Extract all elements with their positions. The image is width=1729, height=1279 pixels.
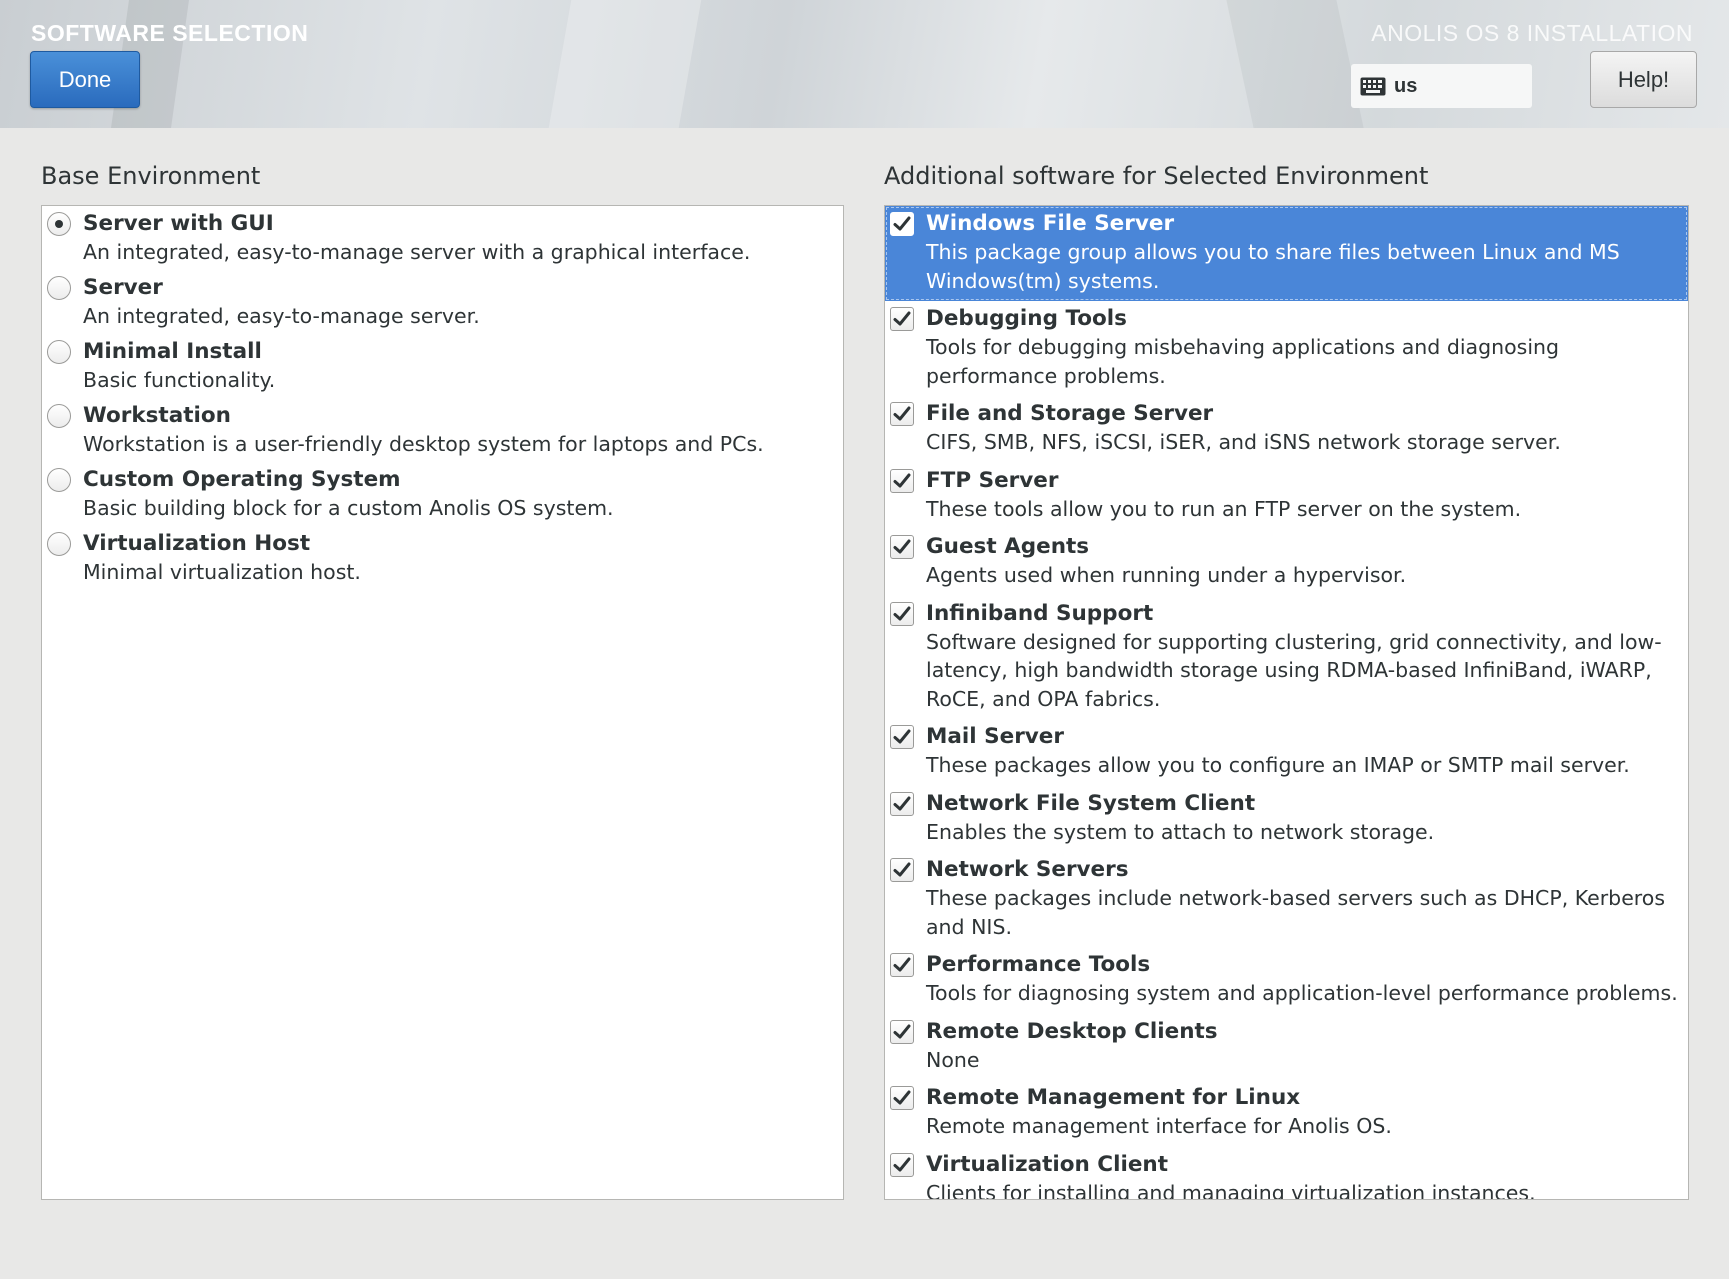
product-title: ANOLIS OS 8 INSTALLATION bbox=[1371, 20, 1693, 46]
addon-option-network-servers[interactable]: Network Servers These packages include ne… bbox=[885, 852, 1688, 947]
environment-description: An integrated, easy-to-manage server wit… bbox=[83, 240, 751, 264]
addon-option-file-and-storage-server[interactable]: File and Storage Server CIFS, SMB, NFS, i… bbox=[885, 396, 1688, 463]
checkbox[interactable] bbox=[890, 535, 914, 559]
checkbox[interactable] bbox=[890, 1086, 914, 1110]
environment-description: Minimal virtualization host. bbox=[83, 560, 361, 584]
addon-description: Enables the system to attach to network … bbox=[926, 819, 1435, 844]
addon-option-performance-tools[interactable]: Performance Tools Tools for diagnosing sy… bbox=[885, 947, 1688, 1014]
header-bar: SOFTWARE SELECTION ANOLIS OS 8 INSTALLAT… bbox=[0, 0, 1729, 128]
base-environment-list: Server with GUI An integrated, easy-to-ma… bbox=[41, 205, 844, 1200]
environment-option-custom-operating-system[interactable]: Custom Operating System Basic building bl… bbox=[42, 462, 843, 526]
environment-option-server-with-gui[interactable]: Server with GUI An integrated, easy-to-ma… bbox=[42, 206, 843, 270]
addon-name: Remote Management for Linux bbox=[926, 1085, 1301, 1110]
checkbox[interactable] bbox=[890, 468, 914, 493]
additional-software-list: Windows File Server This package group al… bbox=[884, 205, 1689, 1200]
addon-description: Tools for diagnosing system and applicat… bbox=[926, 981, 1678, 1005]
environment-name: Custom Operating System bbox=[83, 467, 401, 492]
header-background-stripe bbox=[1226, 0, 1364, 128]
addon-description: Agents used when running under a hypervi… bbox=[926, 563, 1407, 587]
addon-name: Performance Tools bbox=[926, 952, 1151, 977]
addon-name: Virtualization Client bbox=[926, 1151, 1168, 1177]
addon-name: Mail Server bbox=[926, 724, 1064, 749]
radio-button[interactable] bbox=[47, 468, 71, 492]
environment-description: Basic building block for a custom Anolis… bbox=[83, 496, 614, 520]
radio-button[interactable] bbox=[47, 532, 71, 556]
checkbox[interactable] bbox=[890, 953, 914, 977]
addon-name: Guest Agents bbox=[926, 534, 1090, 559]
addon-description: None bbox=[926, 1047, 980, 1072]
checkbox[interactable] bbox=[890, 212, 914, 236]
help-button[interactable]: Help! bbox=[1590, 51, 1697, 108]
addon-option-infiniband-support[interactable]: Infiniband Support Software designed for … bbox=[885, 596, 1688, 720]
addon-name: FTP Server bbox=[926, 467, 1059, 493]
addon-description: This package group allows you to share f… bbox=[926, 240, 1620, 293]
checkbox[interactable] bbox=[890, 601, 914, 626]
keyboard-layout-label: us bbox=[1394, 74, 1418, 97]
addon-name: Network File System Client bbox=[926, 790, 1256, 816]
environment-name: Server with GUI bbox=[83, 211, 274, 236]
page-title: SOFTWARE SELECTION bbox=[31, 20, 309, 46]
addon-name: Windows File Server bbox=[926, 211, 1175, 236]
checkbox[interactable] bbox=[890, 1019, 914, 1044]
addon-description: Tools for debugging misbehaving applicat… bbox=[926, 335, 1560, 388]
radio-button[interactable] bbox=[47, 276, 71, 300]
checkbox[interactable] bbox=[890, 725, 914, 749]
addon-description: Clients for installing and managing virt… bbox=[926, 1180, 1536, 1200]
environment-name: Workstation bbox=[83, 403, 231, 428]
addon-description: Remote management interface for Anolis O… bbox=[926, 1114, 1392, 1138]
addon-option-virtualization-client[interactable]: Virtualization Client Clients for install… bbox=[885, 1147, 1688, 1200]
checkbox[interactable] bbox=[890, 1152, 914, 1177]
addon-option-remote-desktop-clients[interactable]: Remote Desktop Clients None bbox=[885, 1014, 1688, 1081]
addon-name: Debugging Tools bbox=[926, 306, 1127, 331]
checkbox[interactable] bbox=[890, 307, 914, 331]
environment-option-virtualization-host[interactable]: Virtualization Host Minimal virtualizatio… bbox=[42, 526, 843, 590]
addon-option-network-file-system-client[interactable]: Network File System Client Enables the sy… bbox=[885, 786, 1688, 853]
checkbox[interactable] bbox=[890, 791, 914, 816]
addon-option-windows-file-server[interactable]: Windows File Server This package group al… bbox=[885, 206, 1688, 301]
addon-name: Infiniband Support bbox=[926, 600, 1154, 626]
environment-option-minimal-install[interactable]: Minimal Install Basic functionality. bbox=[42, 334, 843, 398]
addon-name: File and Storage Server bbox=[926, 401, 1214, 426]
environment-description: An integrated, easy-to-manage server. bbox=[83, 304, 480, 328]
environment-name: Minimal Install bbox=[83, 339, 262, 364]
environment-option-workstation[interactable]: Workstation Workstation is a user-friendl… bbox=[42, 398, 843, 462]
addon-option-debugging-tools[interactable]: Debugging Tools Tools for debugging misbe… bbox=[885, 301, 1688, 396]
addon-description: These tools allow you to run an FTP serv… bbox=[926, 496, 1522, 521]
environment-description: Basic functionality. bbox=[83, 368, 276, 392]
addon-option-guest-agents[interactable]: Guest Agents Agents used when running und… bbox=[885, 529, 1688, 596]
radio-button[interactable] bbox=[47, 340, 71, 364]
environment-name: Server bbox=[83, 275, 163, 300]
done-button[interactable]: Done bbox=[30, 51, 140, 108]
addon-description: CIFS, SMB, NFS, iSCSI, iSER, and iSNS ne… bbox=[926, 430, 1561, 454]
checkbox[interactable] bbox=[890, 858, 914, 882]
addon-option-ftp-server[interactable]: FTP Server These tools allow you to run a… bbox=[885, 463, 1688, 530]
environment-description: Workstation is a user-friendly desktop s… bbox=[83, 432, 764, 456]
header-background-stripe bbox=[548, 0, 702, 128]
keyboard-layout-indicator[interactable]: us bbox=[1351, 64, 1532, 108]
base-environment-heading: Base Environment bbox=[41, 162, 261, 190]
addon-option-mail-server[interactable]: Mail Server These packages allow you to c… bbox=[885, 719, 1688, 786]
keyboard-icon bbox=[1360, 77, 1386, 96]
addon-description: These packages include network-based ser… bbox=[926, 886, 1666, 939]
additional-software-heading: Additional software for Selected Environ… bbox=[884, 162, 1429, 190]
radio-button[interactable] bbox=[47, 212, 71, 236]
addon-name: Remote Desktop Clients bbox=[926, 1018, 1218, 1044]
environment-name: Virtualization Host bbox=[83, 531, 311, 556]
addon-name: Network Servers bbox=[926, 857, 1129, 882]
radio-button[interactable] bbox=[47, 404, 71, 428]
addon-description: Software designed for supporting cluster… bbox=[926, 629, 1662, 711]
checkbox[interactable] bbox=[890, 402, 914, 426]
environment-option-server[interactable]: Server An integrated, easy-to-manage serv… bbox=[42, 270, 843, 334]
addon-option-remote-management-for-linux[interactable]: Remote Management for Linux Remote manage… bbox=[885, 1080, 1688, 1147]
addon-description: These packages allow you to configure an… bbox=[926, 753, 1630, 777]
